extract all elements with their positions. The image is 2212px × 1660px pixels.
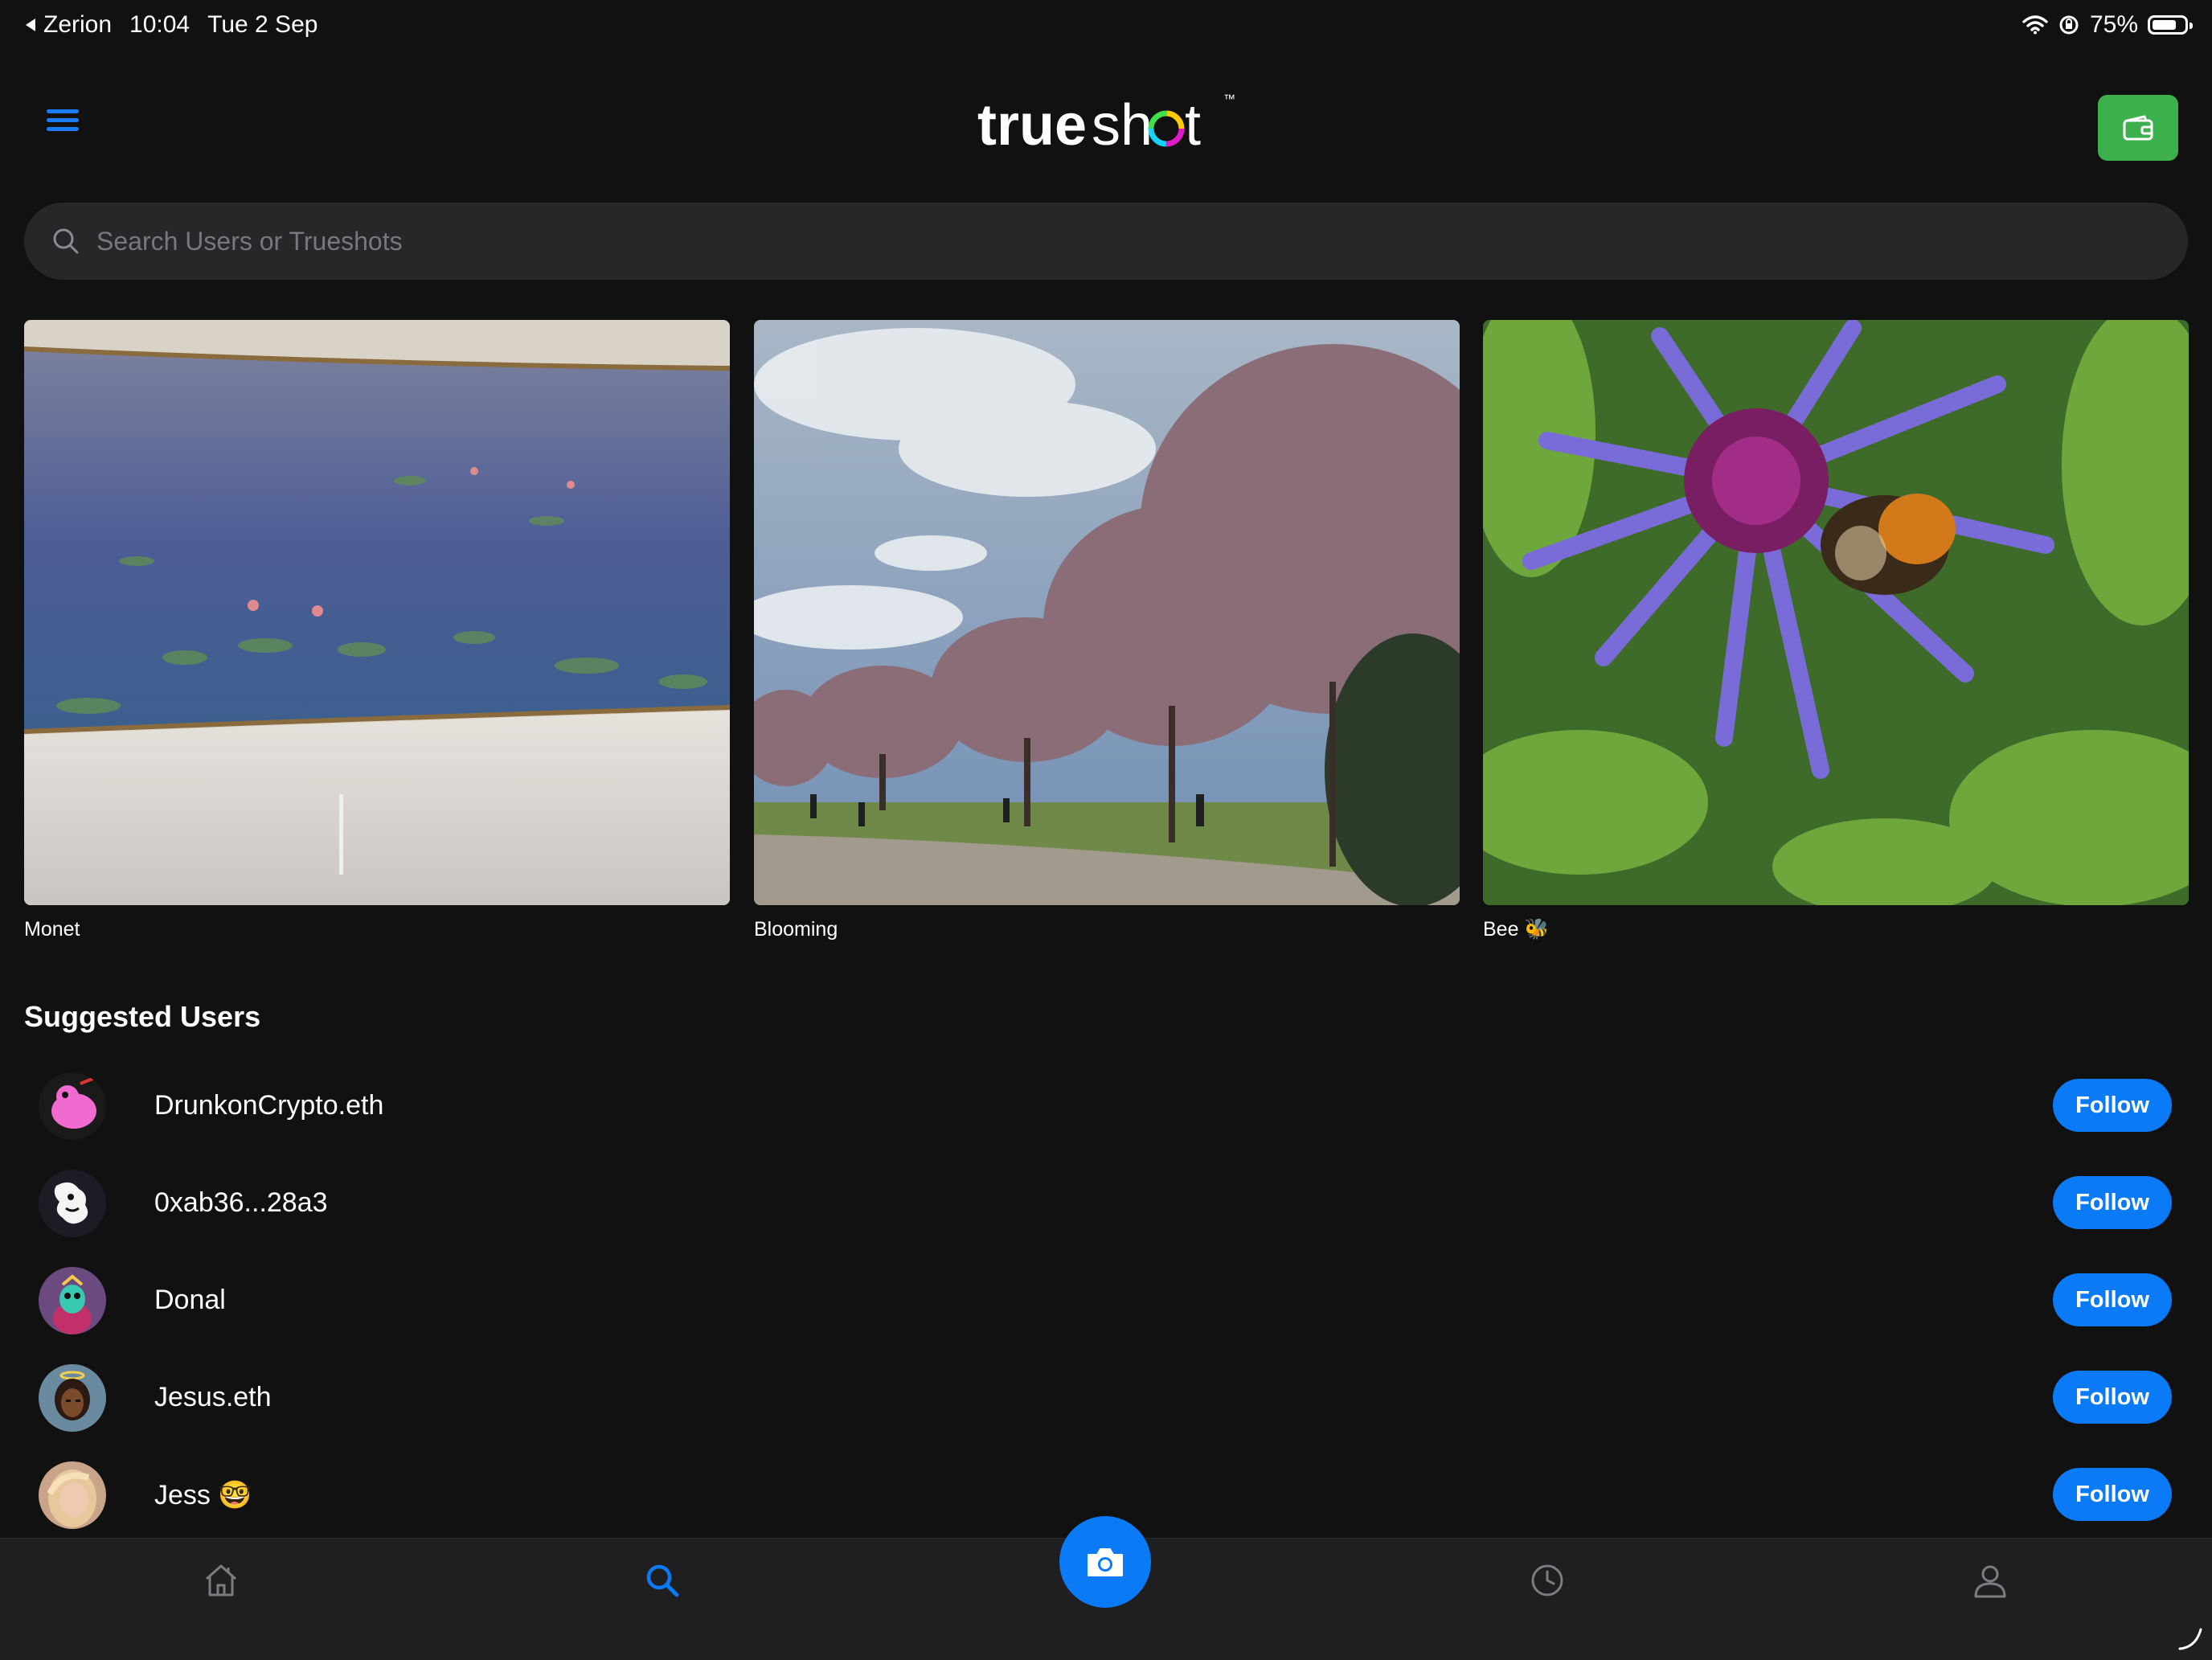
status-date: Tue 2 Sep [207, 11, 318, 38]
camera-capture-button[interactable] [1059, 1516, 1151, 1608]
svg-text:sh: sh [1092, 93, 1153, 158]
water-lilies-painting-image [24, 320, 730, 905]
photo-caption: Blooming [754, 918, 838, 941]
battery-icon [2148, 15, 2193, 35]
follow-button[interactable]: Follow [2053, 1176, 2172, 1229]
history-icon [1531, 1564, 1563, 1596]
follow-button[interactable]: Follow [2053, 1079, 2172, 1132]
suggested-users-heading: Suggested Users [24, 1000, 261, 1033]
suggested-user-row: Donal Follow [0, 1267, 2212, 1363]
back-to-app-link[interactable]: Zerion [24, 11, 112, 39]
hamburger-menu-icon[interactable] [47, 109, 79, 137]
home-icon [206, 1564, 236, 1596]
status-bar: Zerion 10:04 Tue 2 Sep 75% [0, 0, 2212, 53]
search-icon [53, 228, 79, 254]
avatar[interactable] [39, 1461, 106, 1529]
search-icon [646, 1564, 679, 1597]
photo-card-bee[interactable] [1483, 320, 2189, 905]
status-time: 10:04 [129, 11, 190, 38]
svg-text:true: true [977, 93, 1087, 158]
follow-button[interactable]: Follow [2053, 1468, 2172, 1521]
tab-search[interactable] [638, 1556, 686, 1605]
search-bar[interactable] [24, 203, 2188, 280]
wallet-button[interactable] [2098, 95, 2178, 161]
svg-text:™: ™ [1223, 92, 1235, 106]
tab-history[interactable] [1523, 1556, 1571, 1605]
battery-fill [2153, 20, 2176, 30]
battery-percent: 75% [2089, 11, 2138, 38]
wifi-icon [2022, 15, 2048, 35]
corner-indicator-icon [2178, 1628, 2202, 1650]
photo-caption: Monet [24, 918, 80, 941]
tab-profile[interactable] [1966, 1556, 2014, 1605]
user-name[interactable]: DrunkonCrypto.eth [154, 1090, 383, 1121]
photo-card-monet[interactable] [24, 320, 730, 905]
follow-button[interactable]: Follow [2053, 1371, 2172, 1424]
search-input[interactable] [95, 225, 2108, 257]
camera-icon [1088, 1548, 1123, 1576]
user-name[interactable]: Donal [154, 1285, 226, 1316]
blossom-trees-park-image [754, 320, 1460, 905]
suggested-user-row: Jesus.eth Follow [0, 1364, 2212, 1461]
trueshot-logo: true sh t ™ [973, 87, 1246, 159]
user-name[interactable]: 0xab36...28a3 [154, 1187, 328, 1219]
profile-icon [1974, 1565, 2006, 1598]
avatar[interactable] [39, 1267, 106, 1334]
photo-caption: Bee 🐝 [1483, 918, 1550, 941]
back-triangle-icon [26, 18, 35, 31]
photo-card-blooming[interactable] [754, 320, 1460, 905]
avatar[interactable] [39, 1364, 106, 1432]
avatar[interactable] [39, 1072, 106, 1140]
avatar[interactable] [39, 1170, 106, 1237]
wallet-icon [2123, 115, 2153, 141]
bee-on-cornflower-image [1483, 320, 2189, 905]
user-name[interactable]: Jess 🤓 [154, 1479, 252, 1511]
suggested-user-row: 0xab36...28a3 Follow [0, 1170, 2212, 1266]
svg-text:t: t [1185, 93, 1201, 158]
user-name[interactable]: Jesus.eth [154, 1382, 272, 1413]
orientation-lock-icon [2059, 15, 2079, 35]
suggested-user-row: DrunkonCrypto.eth Follow [0, 1072, 2212, 1169]
tab-home[interactable] [197, 1556, 245, 1605]
follow-button[interactable]: Follow [2053, 1273, 2172, 1326]
back-app-label: Zerion [43, 11, 113, 38]
